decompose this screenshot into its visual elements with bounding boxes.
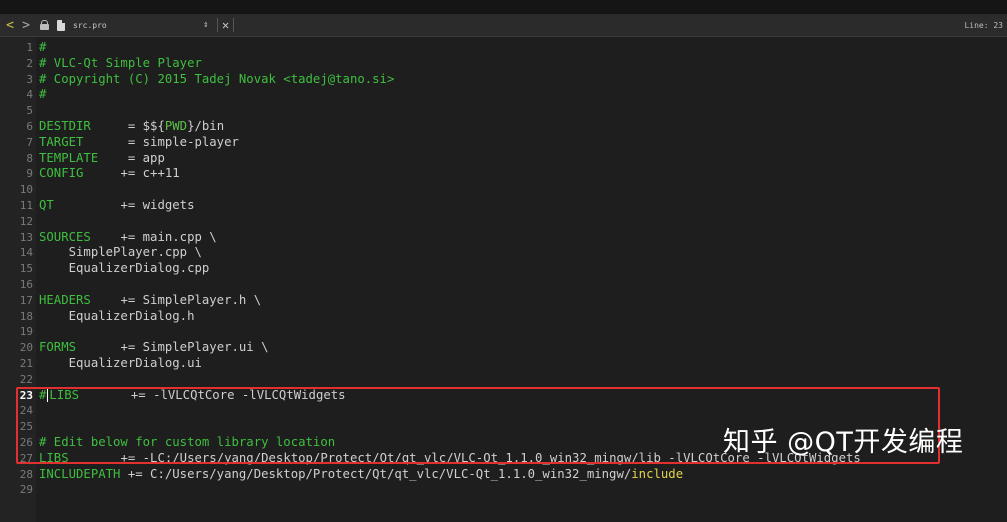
close-icon[interactable]: ✕ [222,18,229,32]
line-number: 6 [26,119,33,133]
line-number: 22 [19,372,33,386]
code-token: }/bin [187,118,225,133]
line-number: 16 [19,277,33,291]
line-number: 14 [19,246,33,260]
line-number: 12 [19,214,33,228]
code-token: SimplePlayer.cpp \ [39,245,202,260]
file-icon [57,19,65,31]
code-token: += SimplePlayer.ui \ [76,340,269,355]
line-number: 15 [19,262,33,276]
line-number: 9 [26,167,33,181]
line-number: 18 [19,309,33,323]
line-text[interactable]: TARGET = simple-player [39,135,239,151]
code-token: # [39,40,47,54]
code-token: DESTDIR [39,118,91,133]
back-arrow-icon[interactable]: < [2,18,18,33]
code-token: CONFIG [39,166,84,181]
line-number: 20 [19,341,33,355]
editor-tab-bar: < > src.pro ⇕ ✕ Line: 23 [0,14,1007,37]
line-text[interactable]: # Copyright (C) 2015 Tadej Novak <tadej@… [39,72,394,88]
code-token: += SimplePlayer.h \ [90,292,262,307]
top-strip [0,0,1007,14]
line-text[interactable]: QT += widgets [39,198,194,214]
line-number: 11 [19,198,33,212]
line-text[interactable]: # [39,87,46,103]
line-text[interactable]: EqualizerDialog.h [39,308,195,325]
code-token: = $${ [90,118,165,133]
line-text[interactable]: # [39,40,46,56]
line-number: 28 [19,467,33,481]
line-number: 13 [19,230,33,244]
line-text[interactable]: EqualizerDialog.ui [39,356,202,372]
line-text[interactable]: HEADERS += SimplePlayer.h \ [39,293,261,309]
code-token: HEADERS [39,292,91,307]
line-number: 3 [26,72,33,86]
code-token: SOURCES [39,229,91,244]
code-token: += main.cpp \ [90,229,217,244]
code-token: # [39,87,47,102]
code-token: PWD [164,118,188,133]
line-text[interactable]: INCLUDEPATH += C:/Users/yang/Desktop/Pro… [39,467,683,483]
code-token: # Copyright (C) 2015 Tadej Novak <tadej@… [39,71,395,86]
line-text[interactable]: FORMS += SimplePlayer.ui \ [39,340,269,356]
line-number: 5 [26,104,33,118]
watermark: 知乎 @QT开发编程 [723,427,964,458]
code-token: # VLC-Qt Simple Player [39,55,202,70]
line-text[interactable]: CONFIG += c++11 [39,166,180,182]
code-token: include [631,466,684,481]
code-token: QT [39,197,54,212]
code-token: += c++11 [83,166,180,181]
line-number: 29 [19,483,33,497]
line-text[interactable]: EqualizerDialog.cpp [39,261,210,277]
line-number: 1 [26,41,33,54]
forward-arrow-icon[interactable]: > [18,18,34,33]
line-number: 8 [26,151,33,165]
divider [233,18,235,32]
code-token: = simple-player [83,134,239,149]
line-text[interactable]: # VLC-Qt Simple Player [39,56,202,72]
code-token: FORMS [39,340,77,355]
code-token: TEMPLATE [39,150,99,165]
divider [217,18,218,32]
code-token: += C:/Users/yang/Desktop/Protect/Qt/qt_v… [120,466,632,481]
code-token: EqualizerDialog.h [39,308,195,323]
line-indicator: Line: 23 [964,20,1003,30]
code-token: TARGET [39,134,84,149]
file-name[interactable]: src.pro [73,21,203,30]
line-number: 4 [26,88,33,102]
line-text[interactable]: SOURCES += main.cpp \ [39,230,217,246]
line-text[interactable]: DESTDIR = $${PWD}/bin [39,119,224,135]
code-token: EqualizerDialog.cpp [39,261,210,276]
line-text[interactable]: TEMPLATE = app [39,151,165,167]
line-text[interactable]: SimplePlayer.cpp \ [39,245,202,261]
file-switch-icon[interactable]: ⇕ [203,20,213,30]
line-number: 2 [26,56,33,70]
lock-icon[interactable] [40,20,49,30]
line-number: 17 [19,293,33,307]
code-token: += widgets [53,197,195,212]
line-number: 10 [19,183,33,197]
code-token: EqualizerDialog.ui [39,355,202,370]
code-token: = app [98,150,165,165]
line-number: 21 [19,356,33,370]
line-number: 7 [26,135,33,149]
code-token: INCLUDEPATH [39,466,121,481]
line-number: 19 [19,325,33,339]
